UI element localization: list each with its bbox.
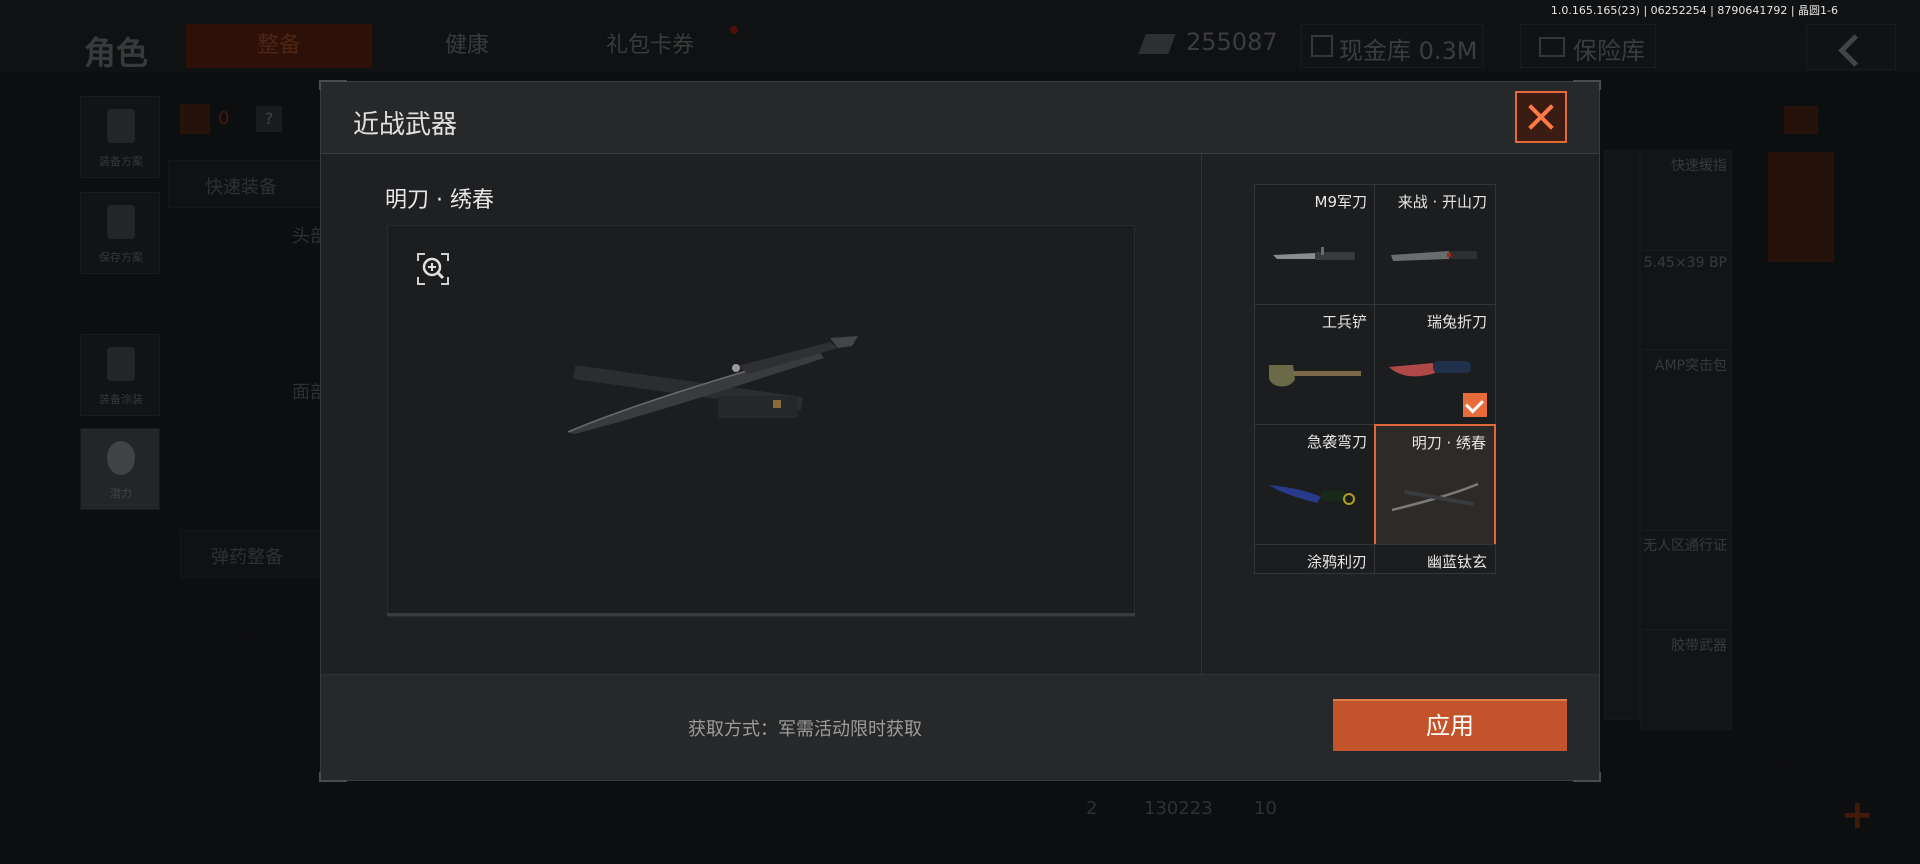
weapon-card-blue-titanium[interactable]: 幽蓝钛玄 (1374, 544, 1496, 574)
weapon-card-shovel[interactable]: 工兵铲 (1254, 304, 1376, 426)
preview-underline (387, 613, 1135, 616)
dialog-title: 近战武器 (353, 110, 458, 140)
sword-image (568, 336, 858, 434)
weapon-list[interactable]: M9军刀 来战 · 开山刀 工兵铲 瑞兔折刀 急袭弯刀 明刀 · 绣春 涂鸦利刃… (1202, 154, 1599, 674)
weapon-card-machete[interactable]: 来战 · 开山刀 (1374, 184, 1496, 306)
weapon-name: M9军刀 (1314, 193, 1368, 211)
machete-image (1391, 251, 1477, 261)
selected-item-name: 明刀 · 绣春 (385, 188, 494, 213)
weapon-card-graffiti[interactable]: 涂鸦利刃 (1254, 544, 1376, 574)
item-preview[interactable] (387, 225, 1135, 617)
close-button[interactable] (1515, 91, 1567, 143)
knife-image (1273, 247, 1355, 260)
weapon-name: 涂鸦利刃 (1306, 553, 1367, 571)
weapon-name: 瑞兔折刀 (1426, 313, 1487, 331)
weapon-card-rabbit-knife[interactable]: 瑞兔折刀 (1374, 304, 1496, 426)
weapon-name: 急袭弯刀 (1306, 433, 1367, 451)
shovel-image (1269, 365, 1361, 387)
acquire-method: 获取方式：军需活动限时获取 (688, 719, 922, 740)
weapon-card-xiuchun[interactable]: 明刀 · 绣春 (1374, 424, 1496, 546)
melee-weapon-dialog: 近战武器 明刀 · 绣春 M9军刀 来战 · 开山刀 工兵铲 瑞兔折刀 急袭弯刀… (319, 80, 1601, 782)
build-info: 1.0.165.165(23) | 06252254 | 8790641792 … (1550, 4, 1838, 17)
weapon-name: 明刀 · 绣春 (1411, 434, 1486, 452)
weapon-card-karambit[interactable]: 急袭弯刀 (1254, 424, 1376, 546)
weapon-name: 来战 · 开山刀 (1397, 193, 1487, 211)
apply-button[interactable]: 应用 (1333, 699, 1567, 751)
weapon-card-m9[interactable]: M9军刀 (1254, 184, 1376, 306)
owned-check-icon (1463, 393, 1487, 417)
dialog-footer: 获取方式：军需活动限时获取 应用 (321, 674, 1599, 780)
zoom-in-icon[interactable] (416, 252, 450, 286)
weapon-name: 工兵铲 (1321, 313, 1367, 331)
weapon-name: 幽蓝钛玄 (1426, 553, 1487, 571)
dialog-header: 近战武器 (321, 82, 1599, 154)
sword-thumbnail (1391, 482, 1479, 512)
karambit-image (1269, 485, 1355, 505)
